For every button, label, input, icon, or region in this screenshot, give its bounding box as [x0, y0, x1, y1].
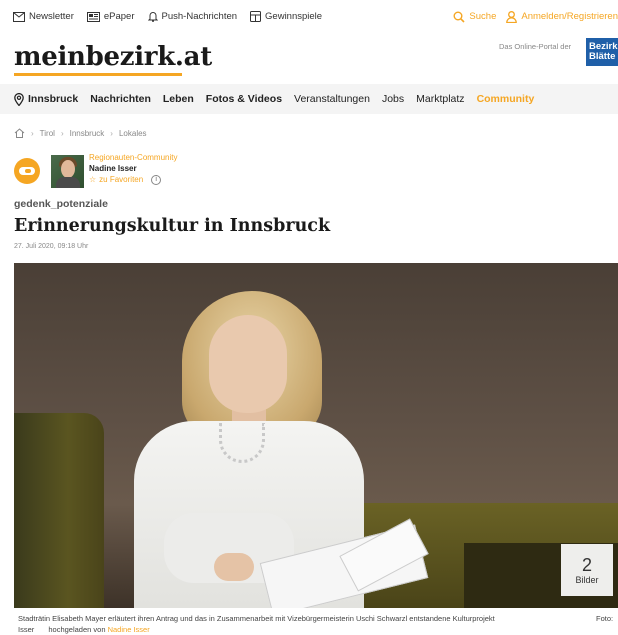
favorite-label: zu Favoriten [99, 175, 144, 184]
photo-person-face [209, 315, 287, 413]
brand-line-2: Blätte [589, 51, 616, 62]
nav-item-fotos-videos[interactable]: Fotos & Videos [206, 93, 282, 105]
breadcrumb-separator: › [110, 128, 113, 138]
nav-item-nachrichten[interactable]: Nachrichten [90, 93, 151, 105]
article-photo[interactable] [14, 263, 618, 608]
logo-underline [14, 73, 182, 76]
star-icon: ☆ [89, 175, 97, 184]
gallery-count: 2 [581, 555, 592, 575]
gallery-count-button[interactable]: 2 Bilder [561, 544, 613, 596]
newspaper-icon [86, 11, 100, 22]
epaper-label: ePaper [103, 11, 135, 22]
info-icon[interactable]: i [151, 174, 162, 185]
newsletter-link[interactable]: Newsletter [13, 11, 74, 22]
caption-foto-label: Foto: [596, 614, 614, 623]
author-block: Regionauten-Community Nadine Isser ☆ zu … [14, 152, 314, 188]
author-avatar[interactable] [51, 155, 84, 188]
photo-sofa-left [14, 413, 104, 608]
avatar-shirt [56, 177, 80, 188]
author-info: Regionauten-Community Nadine Isser ☆ zu … [89, 152, 178, 185]
breadcrumb-separator: › [31, 128, 34, 138]
bell-icon [147, 12, 158, 22]
bezirksblaetter-logo[interactable]: Bezirk Blätte [586, 38, 618, 66]
location-label: Innsbruck [28, 93, 79, 105]
caption-text: Stadträtin Elisabeth Mayer erläutert ihr… [18, 614, 495, 623]
caption-uploader-link[interactable]: Nadine Isser [108, 625, 150, 634]
article-title: Erinnerungskultur in Innsbruck [14, 216, 331, 236]
newsletter-label: Newsletter [29, 11, 74, 22]
nav-item-veranstaltungen[interactable]: Veranstaltungen [294, 93, 370, 105]
photo-person-hand [214, 553, 254, 581]
community-logo-pupil [25, 169, 31, 173]
search-label: Suche [469, 11, 497, 22]
search-icon [453, 11, 465, 23]
gift-icon [250, 11, 262, 22]
gallery-label: Bilder [575, 575, 599, 585]
article-tag[interactable]: gedenk_potenziale [14, 198, 108, 210]
nav-item-marktplatz[interactable]: Marktplatz [416, 93, 464, 105]
nav-item-jobs[interactable]: Jobs [382, 93, 404, 105]
nav-item-community[interactable]: Community [477, 93, 535, 105]
community-link[interactable]: Regionauten-Community [89, 152, 178, 163]
user-icon [506, 10, 518, 23]
location-pin-icon [14, 92, 24, 106]
breadcrumb-separator: › [60, 128, 64, 138]
login-link[interactable]: Anmelden/Registrieren [506, 10, 618, 23]
location-selector[interactable]: Innsbruck [14, 92, 79, 106]
gewinnspiele-link[interactable]: Gewinnspiele [250, 11, 322, 22]
article-date: 27. Juli 2020, 09:18 Uhr [14, 243, 89, 250]
site-logo[interactable]: meinbezirk.at [14, 42, 212, 72]
nav-item-leben[interactable]: Leben [163, 93, 194, 105]
breadcrumb: › Tirol › Innsbruck › Lokales [14, 128, 147, 138]
gewinnspiele-label: Gewinnspiele [265, 11, 323, 22]
photo-caption: Stadträtin Elisabeth Mayer erläutert ihr… [18, 613, 618, 635]
push-label: Push-Nachrichten [161, 11, 238, 22]
community-logo-icon[interactable] [14, 158, 40, 184]
breadcrumb-item[interactable]: Lokales [119, 129, 147, 138]
breadcrumb-item[interactable]: Innsbruck [70, 129, 105, 138]
author-name[interactable]: Nadine Isser [89, 163, 178, 174]
favorite-button[interactable]: ☆ zu Favoriten i [89, 174, 178, 185]
push-link[interactable]: Push-Nachrichten [147, 11, 238, 22]
breadcrumb-item[interactable]: Tirol [40, 129, 55, 138]
site-header: meinbezirk.at Das Online-Portal der Bezi… [0, 33, 618, 83]
portal-tagline: Das Online-Portal der [499, 42, 572, 51]
utility-bar: Newsletter ePaper Push-Nachrichten Gewin… [0, 0, 618, 33]
home-icon[interactable] [14, 128, 25, 138]
avatar-face [61, 160, 75, 178]
main-nav: Innsbruck Nachrichten Leben Fotos & Vide… [0, 84, 618, 114]
epaper-link[interactable]: ePaper [86, 11, 135, 22]
caption-credit: Isser [18, 625, 35, 634]
login-label: Anmelden/Registrieren [521, 11, 618, 22]
caption-uploaded-by: hochgeladen von [48, 625, 106, 634]
search-link[interactable]: Suche [453, 11, 496, 23]
mail-icon [13, 11, 25, 22]
